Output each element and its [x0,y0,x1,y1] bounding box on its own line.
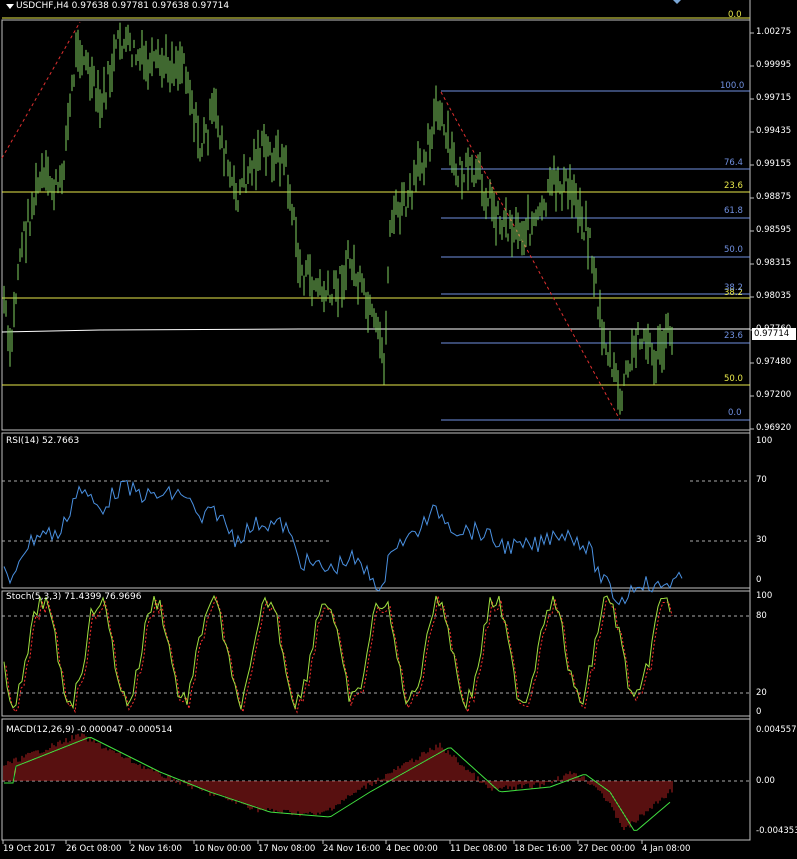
price-tick: 0.97480 [756,357,792,367]
stoch-tick: 20 [756,688,767,698]
price-tick: 0.97200 [756,390,792,400]
fib-level-label: 23.6 [724,181,743,191]
rsi-tick: 30 [756,535,767,545]
rsi-tick: 0 [756,575,762,585]
fib-level-label: 61.8 [724,206,743,216]
price-tick: 0.98035 [756,291,792,301]
chart-menu-icon[interactable] [6,4,14,9]
macd-tick: 0.00 [756,776,775,786]
time-tick: 10 Nov 00:00 [194,844,252,854]
trend-line [440,91,621,421]
fib-level-label: 100.0 [720,81,745,91]
time-tick: 24 Nov 16:00 [323,844,381,854]
price-tick: 0.98315 [756,258,792,268]
time-tick: 18 Dec 16:00 [514,844,572,854]
fib-level-label: 38.2 [724,283,743,293]
rsi-tick: 70 [756,475,767,485]
fib-level-label: 0.0 [728,10,742,20]
stoch-main-line [3,594,671,711]
macd-tick: 0.004557 [756,725,797,735]
time-tick: 27 Dec 00:00 [578,844,636,854]
stoch-label: Stoch(5,3,3) 71.4399 76.9696 [6,592,142,602]
current-price-label: 0.97714 [752,328,796,340]
price-tick: 0.99435 [756,126,792,136]
fib-level-label: 50.0 [724,245,743,255]
pane-border [1,432,751,589]
time-tick: 26 Oct 08:00 [66,844,122,854]
price-tick: 0.96920 [756,423,792,433]
price-tick: 0.99715 [756,93,792,103]
macd-tick: -0.004353 [756,826,797,836]
fib-level-label: 76.4 [724,158,743,168]
pane-border [1,19,751,431]
price-tick: 0.98875 [756,192,792,202]
fib-level-label: 0.0 [728,408,742,418]
stoch-tick: 0 [756,707,762,717]
rsi-tick: 100 [756,436,773,446]
symbol-title: USDCHF,H4 0.97638 0.97781 0.97638 0.9771… [16,1,230,11]
time-tick: 4 Jan 08:00 [642,844,691,854]
fib-level-label: 50.0 [724,374,743,384]
rsi-line [3,479,683,606]
time-tick: 4 Dec 00:00 [386,844,438,854]
macd-label: MACD(12,26,9) -0.000047 -0.000514 [6,725,173,735]
chart-shift-marker-icon[interactable] [671,0,683,4]
time-tick: 11 Dec 08:00 [450,844,508,854]
time-tick: 17 Nov 08:00 [258,844,316,854]
price-tick: 0.99995 [756,60,792,70]
stoch-tick: 100 [756,591,773,601]
stoch-tick: 80 [756,611,767,621]
time-tick: 19 Oct 2017 [3,844,56,854]
price-tick: 0.98595 [756,225,792,235]
fib-level-label: 23.6 [724,331,743,341]
price-tick: 1.00275 [756,27,792,37]
stoch-signal-line [5,594,673,714]
price-tick: 0.99155 [756,159,792,169]
rsi-label: RSI(14) 52.7663 [6,436,80,446]
time-tick: 2 Nov 16:00 [130,844,182,854]
